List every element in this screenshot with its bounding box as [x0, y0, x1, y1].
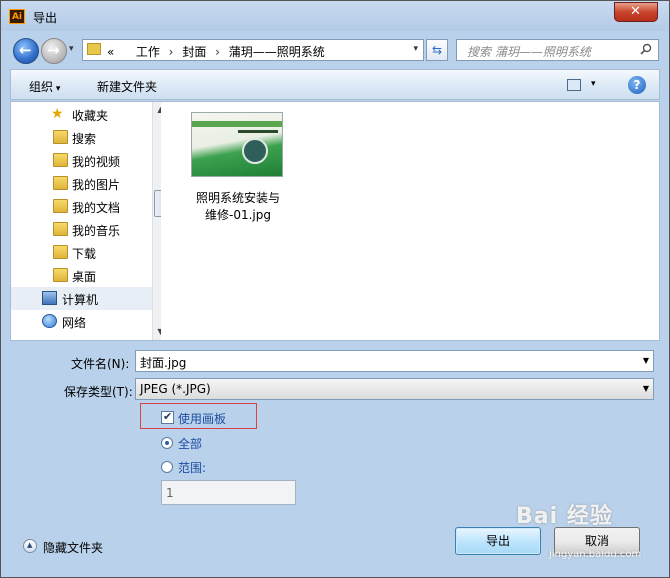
sidebar-item-label: 收藏夹	[72, 109, 109, 123]
window-title: 导出	[33, 11, 58, 25]
sidebar-item-label: 我的图片	[72, 178, 121, 192]
refresh-button[interactable]: ⇆	[426, 39, 448, 61]
sidebar-item-label: 我的文档	[72, 201, 121, 215]
sidebar-item-network[interactable]: 网络	[11, 310, 153, 333]
filetype-select[interactable]: JPEG (*.JPG) ▼	[135, 378, 654, 400]
export-button[interactable]: 导出	[455, 527, 541, 555]
address-bar[interactable]: « 工作 › 封面 › 蒲玥——照明系统 ▾	[82, 39, 424, 61]
sidebar-item-downloads[interactable]: 下载	[11, 241, 153, 264]
recent-locations-dropdown-icon[interactable]: ▾	[69, 44, 74, 54]
breadcrumb-item[interactable]: 封面	[182, 45, 206, 59]
watermark-logo: Bai 经验	[516, 504, 613, 529]
new-folder-button[interactable]: 新建文件夹	[97, 78, 157, 95]
sidebar-item-label: 搜索	[72, 132, 97, 146]
range-radio[interactable]	[161, 461, 173, 473]
file-name: 照明系统安装与 维修-01.jpg	[195, 191, 280, 222]
illustrator-app-icon: Ai	[9, 9, 25, 24]
folder-icon	[53, 176, 68, 190]
sidebar-item-desktop[interactable]: 桌面	[11, 264, 153, 287]
search-input[interactable]: 搜索 蒲玥——照明系统	[456, 39, 659, 61]
view-dropdown-icon[interactable]: ▾	[591, 79, 596, 89]
sidebar-item-computer[interactable]: 计算机	[11, 287, 153, 310]
scroll-thumb[interactable]	[154, 190, 161, 217]
sidebar-item-favorites[interactable]: ★ 收藏夹	[11, 103, 153, 126]
sidebar-scrollbar[interactable]: ▲ ▼	[152, 102, 161, 340]
watermark-url: jingyan.baidu.com	[549, 549, 642, 560]
folder-icon	[53, 245, 68, 259]
sidebar-item-label: 我的音乐	[72, 224, 121, 238]
scroll-down-icon[interactable]: ▼	[153, 324, 161, 340]
navigation-sidebar: ★ 收藏夹 搜索 我的视频 我的图片 我的文档 我的音乐 下载 桌面 计算机 网…	[11, 102, 161, 340]
sidebar-item-label: 网络	[62, 316, 87, 330]
filename-field[interactable]: 封面.jpg ▼	[135, 350, 654, 372]
range-radio-label[interactable]: 范围:	[178, 459, 206, 476]
breadcrumb-separator-icon[interactable]: ›	[169, 45, 174, 59]
address-dropdown-icon[interactable]: ▾	[413, 44, 418, 54]
sidebar-item-label: 我的视频	[72, 155, 121, 169]
sidebar-item-documents[interactable]: 我的文档	[11, 195, 153, 218]
collapse-arrow-icon[interactable]	[23, 539, 37, 553]
all-radio-label[interactable]: 全部	[178, 435, 202, 452]
export-dialog: Ai 导出 ▾ « 工作 › 封面 › 蒲玥——照明系统 ▾ ⇆ 搜索 蒲玥——…	[0, 0, 670, 578]
scroll-up-icon[interactable]: ▲	[153, 102, 161, 118]
range-field[interactable]: 1	[161, 480, 296, 505]
folder-icon	[53, 222, 68, 236]
sidebar-item-label: 桌面	[72, 270, 97, 284]
folder-icon	[53, 199, 68, 213]
search-placeholder: 搜索 蒲玥——照明系统	[467, 45, 591, 59]
breadcrumb-item[interactable]: 蒲玥——照明系统	[229, 45, 325, 59]
favorites-icon: ★	[51, 106, 64, 122]
sidebar-item-search[interactable]: 搜索	[11, 126, 153, 149]
range-value: 1	[166, 486, 174, 500]
hide-folders-button[interactable]: 隐藏文件夹	[43, 539, 103, 556]
breadcrumb: « 工作 › 封面 › 蒲玥——照明系统	[107, 43, 325, 60]
browser-pane: ★ 收藏夹 搜索 我的视频 我的图片 我的文档 我的音乐 下载 桌面 计算机 网…	[10, 101, 660, 341]
filetype-label: 保存类型(T):	[64, 385, 133, 399]
network-icon	[42, 314, 57, 328]
filename-value: 封面.jpg	[140, 356, 187, 370]
organize-menu[interactable]: 组织	[29, 78, 60, 95]
filetype-dropdown-icon[interactable]: ▼	[643, 384, 649, 393]
search-icon	[640, 43, 652, 55]
sidebar-item-label: 计算机	[62, 293, 99, 307]
breadcrumb-separator-icon[interactable]: ›	[215, 45, 220, 59]
sidebar-item-pictures[interactable]: 我的图片	[11, 172, 153, 195]
breadcrumb-overflow[interactable]: «	[107, 45, 114, 59]
sidebar-item-music[interactable]: 我的音乐	[11, 218, 153, 241]
forward-button[interactable]	[41, 38, 67, 64]
use-artboards-checkbox[interactable]	[161, 410, 174, 424]
sidebar-item-videos[interactable]: 我的视频	[11, 149, 153, 172]
filetype-value: JPEG (*.JPG)	[140, 382, 211, 396]
use-artboards-label[interactable]: 使用画板	[178, 410, 226, 427]
help-icon[interactable]: ?	[628, 76, 646, 94]
sidebar-item-label: 下载	[72, 247, 97, 261]
computer-icon	[42, 291, 57, 305]
folder-icon	[87, 43, 101, 55]
title-bar: Ai 导出	[1, 1, 669, 31]
filename-dropdown-icon[interactable]: ▼	[643, 356, 649, 365]
filename-label: 文件名(N):	[71, 357, 130, 371]
view-options-icon[interactable]	[567, 79, 581, 91]
folder-icon	[53, 130, 68, 144]
close-button[interactable]	[614, 2, 658, 22]
command-toolbar: 组织 新建文件夹 ▾ ?	[10, 69, 660, 100]
folder-icon	[53, 153, 68, 167]
back-button[interactable]	[13, 38, 39, 64]
folder-icon	[53, 268, 68, 282]
breadcrumb-item[interactable]: 工作	[136, 45, 160, 59]
all-radio[interactable]	[161, 437, 173, 449]
file-thumbnail	[191, 112, 283, 177]
